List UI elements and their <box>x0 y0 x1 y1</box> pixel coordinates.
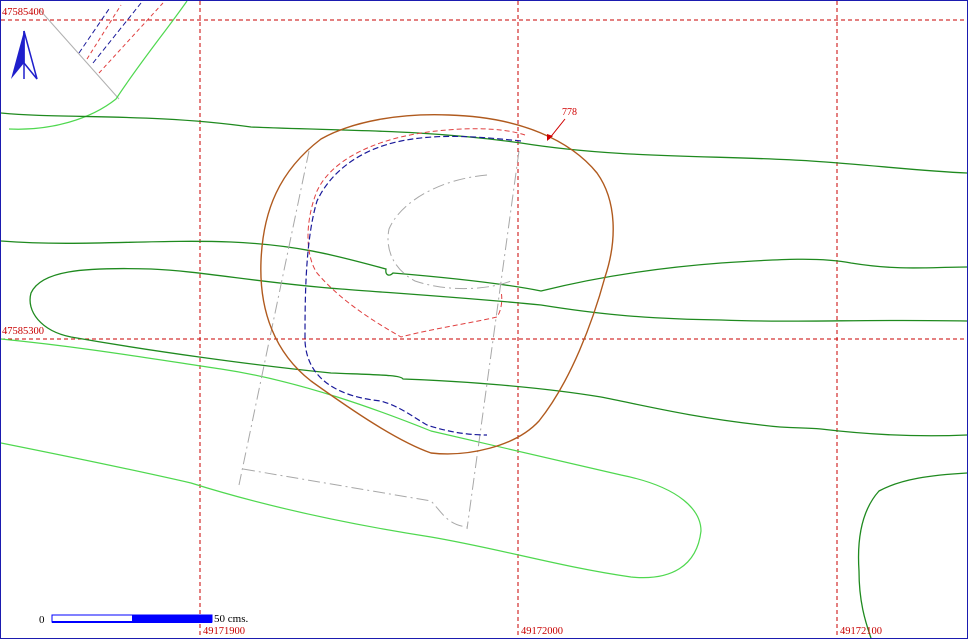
grid-labels: 47585400 47585300 49171900 49172000 4917… <box>2 7 882 637</box>
map-viewport[interactable]: 778 47585400 47585300 49171900 49172000 … <box>0 0 968 639</box>
contour-loop <box>29 267 968 437</box>
red-dashed-features <box>307 128 526 338</box>
grid-label-x-49172100: 49172100 <box>840 626 882 637</box>
top-left-features <box>8 0 188 130</box>
gray-diagonal-line <box>38 8 120 100</box>
map-canvas[interactable]: 778 47585400 47585300 49171900 49172000 … <box>0 0 968 639</box>
blue-dashed-features <box>304 135 522 436</box>
north-arrow-right-wing <box>23 30 38 80</box>
gray-dash-parallel-right <box>466 150 520 530</box>
gray-dash-bottom <box>242 468 468 528</box>
gray-dash-inner-loop <box>387 174 512 289</box>
scale-bar: 0 50 cms. <box>39 613 248 626</box>
north-arrow-icon <box>11 30 38 80</box>
grid-label-x-49172000: 49172000 <box>521 626 563 637</box>
grid-label-y-47585400: 47585400 <box>2 7 44 18</box>
gray-dash-parallel-left <box>238 150 310 486</box>
contour-upper <box>0 112 968 174</box>
annotation-778: 778 <box>547 107 577 141</box>
red-dash-line-topleft-2 <box>98 2 164 74</box>
grid-label-x-49171900: 49171900 <box>203 626 245 637</box>
brown-outline-778[interactable] <box>260 114 614 455</box>
light-contour-lobe <box>0 338 702 579</box>
light-green-contour-topleft <box>8 0 188 130</box>
scale-bar-start-label: 0 <box>39 614 45 626</box>
annotation-label: 778 <box>562 107 577 118</box>
blue-dash-contour <box>304 135 522 436</box>
gray-dashed-features <box>238 150 520 530</box>
grid-label-y-47585300: 47585300 <box>2 326 44 337</box>
north-arrow-left-wing <box>11 31 24 79</box>
light-green-contours <box>0 338 702 579</box>
dark-green-contours <box>0 112 968 639</box>
blue-dash-line-topleft <box>78 8 110 54</box>
red-dash-contour <box>307 128 526 338</box>
contour-lower-right <box>857 472 968 639</box>
contour-middle-1 <box>0 240 968 292</box>
blue-dash-line-topleft-2 <box>92 2 142 64</box>
red-dash-line-topleft-1 <box>86 4 122 60</box>
grid-lines <box>1 1 967 638</box>
scale-bar-fill <box>132 615 212 622</box>
scale-bar-end-label: 50 cms. <box>214 613 248 625</box>
